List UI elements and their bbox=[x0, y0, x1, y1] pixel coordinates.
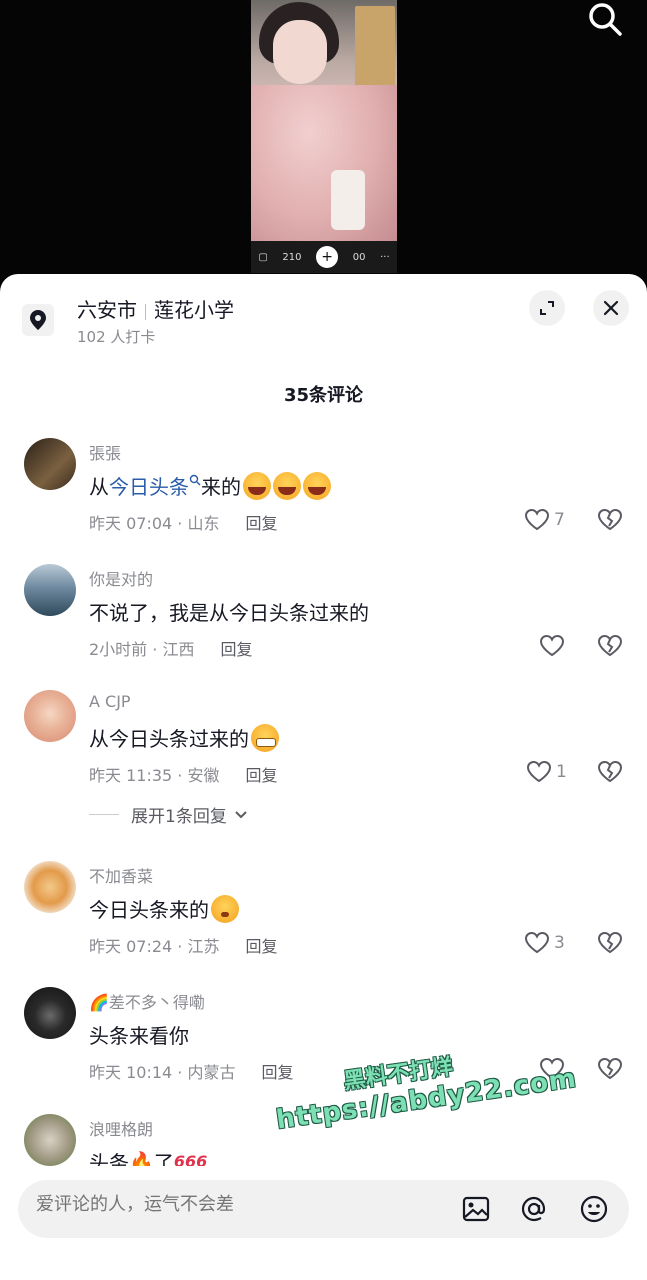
comment-count: 35条评论 bbox=[283, 385, 364, 406]
broken-heart-icon[interactable] bbox=[597, 931, 623, 955]
avatar[interactable] bbox=[24, 564, 76, 616]
expand-icon bbox=[540, 301, 554, 315]
comment-meta: 昨天 07:24 · 江苏 回复 bbox=[89, 933, 277, 957]
comment-username[interactable]: 🌈差不多丶得嘞 bbox=[89, 989, 205, 1013]
broken-heart-icon[interactable] bbox=[597, 1057, 623, 1081]
laughing-emoji-icon bbox=[243, 471, 271, 500]
comment-username[interactable]: A CJP bbox=[89, 692, 131, 711]
laughing-emoji-icon bbox=[273, 471, 301, 500]
comment-text-body: 从今日头条过来的 bbox=[89, 727, 249, 751]
comment-username[interactable]: 浪哩格朗 bbox=[89, 1116, 153, 1140]
comment-input-box[interactable] bbox=[18, 1180, 629, 1238]
like-button[interactable]: 7 bbox=[524, 508, 565, 532]
dizzy-emoji-icon bbox=[211, 894, 239, 923]
comment-username-text: 差不多丶得嘞 bbox=[108, 993, 205, 1012]
chevron-down-icon bbox=[235, 810, 247, 818]
comment-time-location: 昨天 10:14 · 内蒙古 bbox=[89, 1063, 236, 1082]
comment-meta: 昨天 10:14 · 内蒙古 回复 bbox=[89, 1059, 293, 1083]
comment-time-location: 昨天 07:04 · 山东 bbox=[89, 514, 220, 533]
avatar[interactable] bbox=[24, 861, 76, 913]
grinning-emoji-icon bbox=[251, 723, 279, 752]
video-thumbnail[interactable]: ▢ 210 + 00 ··· bbox=[251, 0, 397, 273]
like-count: 3 bbox=[554, 933, 565, 953]
video-cup bbox=[331, 170, 365, 230]
comment-text: 从今日头条过来的 bbox=[89, 723, 279, 752]
heart-icon bbox=[524, 931, 550, 954]
location-city[interactable]: 六安市 bbox=[77, 298, 137, 322]
video-player[interactable]: ▢ 210 + 00 ··· bbox=[0, 0, 647, 290]
video-count: 210 bbox=[282, 251, 302, 263]
search-small-icon bbox=[189, 474, 201, 485]
reply-button[interactable]: 回复 bbox=[261, 1063, 293, 1082]
video-frame-icon[interactable]: ▢ bbox=[258, 252, 267, 263]
reply-button[interactable]: 回复 bbox=[220, 640, 252, 659]
comment-meta: 昨天 11:35 · 安徽 回复 bbox=[89, 762, 277, 786]
reply-button[interactable]: 回复 bbox=[245, 766, 277, 785]
comment-meta: 2小时前 · 江西 回复 bbox=[89, 636, 252, 660]
video-subject-face bbox=[273, 20, 327, 84]
expand-replies-button[interactable]: 展开1条回复 bbox=[89, 802, 249, 827]
avatar[interactable] bbox=[24, 987, 76, 1039]
heart-icon bbox=[524, 508, 550, 531]
like-count: 7 bbox=[554, 510, 565, 530]
reply-button[interactable]: 回复 bbox=[245, 514, 277, 533]
heart-icon bbox=[526, 760, 552, 783]
comment-username[interactable]: 張張 bbox=[89, 440, 121, 464]
comment-sheet: 六安市 莲花小学 102 人打卡 35条评论 張張 从今日头条 来的 昨天 07:0… bbox=[0, 274, 647, 1280]
close-button[interactable] bbox=[593, 290, 629, 326]
video-bottom-bar: ▢ 210 + 00 ··· bbox=[251, 241, 397, 273]
heart-icon bbox=[539, 634, 565, 657]
reply-button[interactable]: 回复 bbox=[245, 937, 277, 956]
avatar[interactable] bbox=[24, 1114, 76, 1166]
like-button[interactable]: 3 bbox=[524, 931, 565, 955]
video-plus-button[interactable]: + bbox=[316, 246, 339, 268]
location-title[interactable]: 六安市 莲花小学 bbox=[77, 294, 234, 323]
comment-input[interactable] bbox=[36, 1194, 456, 1215]
at-icon[interactable] bbox=[518, 1193, 550, 1225]
emoji-icon[interactable] bbox=[578, 1193, 610, 1225]
comment-text-body: 今日头条来的 bbox=[89, 898, 209, 922]
expand-replies-label: 展开1条回复 bbox=[131, 807, 227, 827]
location-checkins: 102 人打卡 bbox=[77, 328, 156, 346]
rainbow-icon: 🌈 bbox=[89, 993, 109, 1012]
comment-time-location: 2小时前 · 江西 bbox=[89, 640, 195, 659]
comment-time-location: 昨天 11:35 · 安徽 bbox=[89, 766, 220, 785]
location-divider bbox=[145, 303, 146, 320]
comment-username[interactable]: 你是对的 bbox=[89, 566, 153, 590]
video-right-label: 00 bbox=[352, 251, 366, 263]
like-button[interactable]: 1 bbox=[526, 760, 567, 784]
comment-text: 从今日头条 来的 bbox=[89, 471, 331, 500]
avatar[interactable] bbox=[24, 690, 76, 742]
like-button[interactable] bbox=[539, 634, 565, 658]
comment-time-location: 昨天 07:24 · 江苏 bbox=[89, 937, 220, 956]
video-background-box bbox=[355, 6, 395, 90]
broken-heart-icon[interactable] bbox=[597, 760, 623, 784]
avatar[interactable] bbox=[24, 438, 76, 490]
like-count: 1 bbox=[556, 762, 567, 782]
expand-button[interactable] bbox=[529, 290, 565, 326]
comment-username[interactable]: 不加香菜 bbox=[89, 863, 153, 887]
comment-text: 不说了，我是从今日头条过来的 bbox=[89, 601, 369, 625]
comment-text: 今日头条来的 bbox=[89, 894, 239, 923]
search-icon[interactable] bbox=[585, 0, 625, 40]
video-subject-jacket bbox=[251, 85, 397, 245]
video-more-icon[interactable]: ··· bbox=[380, 252, 390, 263]
broken-heart-icon[interactable] bbox=[597, 634, 623, 658]
image-icon[interactable] bbox=[460, 1193, 492, 1225]
location-pin-icon bbox=[22, 304, 54, 336]
expand-replies-line bbox=[89, 814, 119, 815]
close-icon bbox=[603, 300, 619, 316]
comment-text-prefix: 从 bbox=[89, 475, 109, 499]
comment-text-suffix: 来的 bbox=[201, 475, 241, 499]
broken-heart-icon[interactable] bbox=[597, 508, 623, 532]
laughing-emoji-icon bbox=[303, 471, 331, 500]
comment-text: 头条来看你 bbox=[89, 1024, 189, 1048]
location-place[interactable]: 莲花小学 bbox=[154, 298, 234, 322]
comment-meta: 昨天 07:04 · 山东 回复 bbox=[89, 510, 277, 534]
comment-search-link[interactable]: 今日头条 bbox=[109, 471, 189, 500]
comment-input-bar bbox=[0, 1166, 647, 1280]
